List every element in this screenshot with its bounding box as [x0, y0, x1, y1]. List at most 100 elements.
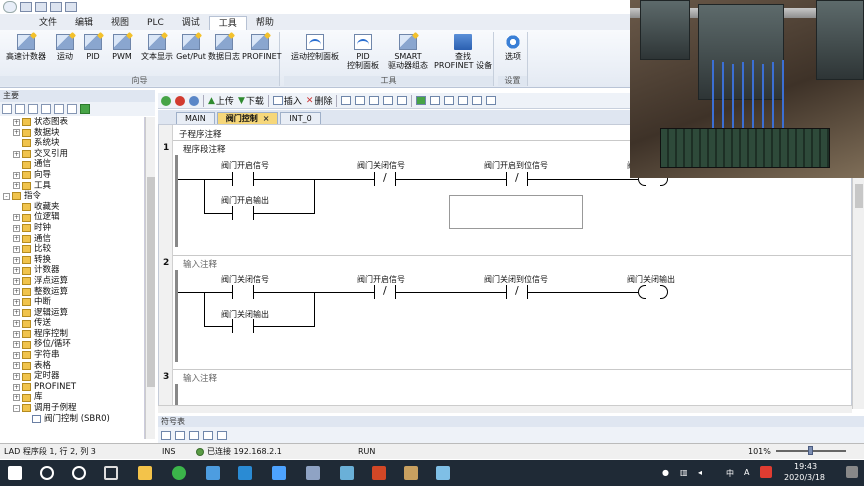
motion-control-panel-button[interactable]: 运动控制面板: [286, 32, 344, 74]
menu-tools[interactable]: 工具: [208, 16, 247, 30]
editor-horizontal-scrollbar[interactable]: [158, 405, 852, 413]
tree-item[interactable]: + 传送: [0, 318, 144, 329]
collapse-icon[interactable]: -: [3, 192, 10, 200]
expand-icon[interactable]: +: [13, 362, 20, 370]
app-icon[interactable]: [272, 466, 286, 480]
toolbar-icon[interactable]: [355, 96, 366, 105]
data-log-wizard-button[interactable]: 数据日志: [206, 32, 242, 74]
toolbar-icon[interactable]: [486, 96, 497, 105]
expand-icon[interactable]: +: [13, 118, 20, 126]
contact-no[interactable]: [232, 172, 254, 186]
app-icon[interactable]: [436, 466, 450, 480]
tree-item[interactable]: + 向导: [0, 170, 144, 181]
expand-icon[interactable]: +: [13, 267, 20, 275]
insert-button[interactable]: 插入: [272, 94, 302, 107]
tree-item[interactable]: + PROFINET: [0, 382, 144, 393]
tree-item[interactable]: + 数据块: [0, 128, 144, 139]
menu-help[interactable]: 帮助: [247, 16, 283, 30]
upload-button[interactable]: ▲ 上传: [208, 94, 234, 108]
project-tree-scrollbar[interactable]: [145, 117, 155, 439]
app-icon[interactable]: [306, 466, 320, 480]
empty-box[interactable]: [449, 195, 583, 229]
tree-item[interactable]: + 比较: [0, 244, 144, 255]
app-icon[interactable]: [340, 466, 354, 480]
symbol-table-icon[interactable]: [175, 430, 185, 440]
stop-icon[interactable]: [175, 95, 185, 106]
network-comment[interactable]: 输入注释: [183, 258, 217, 270]
tree-item[interactable]: + 交叉引用: [0, 149, 144, 160]
tree-item[interactable]: 通信: [0, 159, 144, 170]
ime-mode[interactable]: A: [744, 468, 749, 477]
tree-item[interactable]: + 定时器: [0, 371, 144, 382]
pwm-wizard-button[interactable]: PWM: [108, 32, 136, 74]
contact-nc[interactable]: /: [374, 284, 396, 299]
tree-item[interactable]: + 通信: [0, 234, 144, 245]
new-icon[interactable]: [20, 2, 32, 12]
expand-icon[interactable]: +: [13, 224, 20, 232]
toolbar-icon[interactable]: [397, 96, 408, 105]
options-button[interactable]: 选项: [500, 32, 526, 74]
volume-icon[interactable]: ◂: [698, 468, 702, 477]
menu-edit[interactable]: 编辑: [66, 16, 102, 30]
clock-date[interactable]: 2020/3/18: [784, 473, 825, 482]
expand-icon[interactable]: +: [13, 171, 20, 179]
open-icon[interactable]: [35, 2, 47, 12]
notification-icon[interactable]: [846, 466, 858, 478]
tree-item[interactable]: + 状态图表: [0, 117, 144, 128]
menu-view[interactable]: 视图: [102, 16, 138, 30]
toolbar-icon[interactable]: [341, 96, 352, 105]
expand-icon[interactable]: +: [13, 341, 20, 349]
app-logo-icon[interactable]: [3, 1, 17, 13]
symbol-table-icon[interactable]: [217, 430, 227, 440]
symbol-table-icon[interactable]: [161, 430, 171, 440]
mic-icon[interactable]: ●: [662, 468, 669, 477]
output-coil[interactable]: [638, 285, 668, 299]
menu-plc[interactable]: PLC: [138, 16, 173, 30]
contact-nc[interactable]: /: [506, 284, 528, 299]
app-icon[interactable]: [206, 466, 220, 480]
zoom-slider-handle[interactable]: [808, 446, 813, 455]
pid-control-panel-button[interactable]: PID 控制面板: [344, 32, 382, 74]
print-icon[interactable]: [65, 2, 77, 12]
tree-item[interactable]: + 时钟: [0, 223, 144, 234]
tree-view-icon[interactable]: [41, 104, 51, 114]
app-tray-icon[interactable]: [760, 466, 772, 478]
collapse-icon[interactable]: -: [13, 404, 20, 412]
toolbar-icon[interactable]: [430, 96, 441, 105]
delete-button[interactable]: ✕ 删除: [306, 94, 333, 108]
tree-item[interactable]: + 转换: [0, 255, 144, 266]
contact-no[interactable]: [232, 285, 254, 299]
toolbar-icon[interactable]: [458, 96, 469, 105]
smart-drive-config-button[interactable]: SMART 驱动器组态: [382, 32, 434, 74]
tree-item[interactable]: - 调用子例程: [0, 403, 144, 414]
tree-item[interactable]: + 表格: [0, 361, 144, 372]
hsc-wizard-button[interactable]: 高速计数器: [2, 32, 50, 74]
expand-icon[interactable]: +: [13, 277, 20, 285]
profinet-wizard-button[interactable]: PROFINET: [242, 32, 282, 74]
contact-nc[interactable]: /: [506, 171, 528, 186]
close-icon[interactable]: ×: [263, 114, 270, 123]
symbol-table-icon[interactable]: [203, 430, 213, 440]
expand-icon[interactable]: +: [13, 298, 20, 306]
tab-int0[interactable]: INT_0: [280, 112, 321, 124]
network-comment[interactable]: 输入注释: [183, 372, 217, 384]
tree-item[interactable]: + 计数器: [0, 265, 144, 276]
tree-view-icon[interactable]: [80, 104, 90, 114]
expand-icon[interactable]: +: [13, 309, 20, 317]
tree-view-icon[interactable]: [15, 104, 25, 114]
powerpoint-icon[interactable]: [372, 466, 386, 480]
network-icon[interactable]: ▥: [680, 468, 688, 477]
toolbar-icon[interactable]: [472, 96, 483, 105]
expand-icon[interactable]: +: [13, 129, 20, 137]
expand-icon[interactable]: +: [13, 330, 20, 338]
app-icon[interactable]: [404, 466, 418, 480]
tree-item[interactable]: + 整数运算: [0, 287, 144, 298]
tab-valve-control[interactable]: 阀门控制 ×: [216, 112, 279, 124]
contact-nc[interactable]: /: [374, 171, 396, 186]
menu-file[interactable]: 文件: [30, 16, 66, 30]
toolbar-icon[interactable]: [369, 96, 380, 105]
tree-item[interactable]: + 移位/循环: [0, 339, 144, 350]
contact-no[interactable]: [232, 319, 254, 333]
motion-wizard-button[interactable]: 运动: [52, 32, 78, 74]
expand-icon[interactable]: +: [13, 214, 20, 222]
